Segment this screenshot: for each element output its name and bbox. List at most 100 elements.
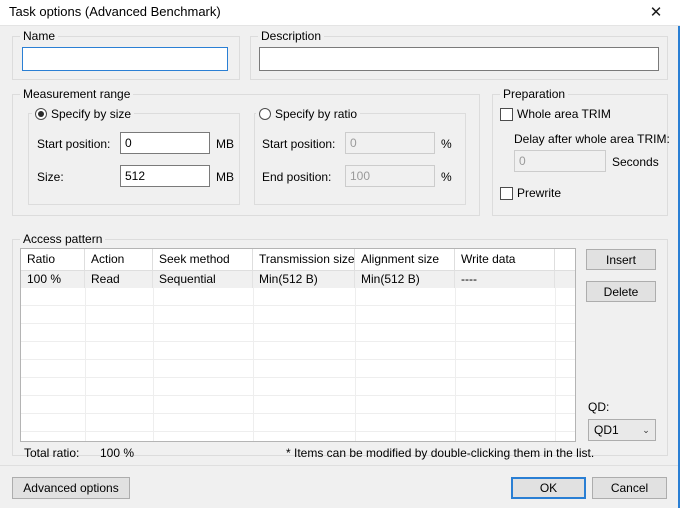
- column-separator: [455, 306, 456, 323]
- name-input[interactable]: [22, 47, 228, 71]
- column-header-seek-method[interactable]: Seek method: [153, 249, 253, 270]
- column-separator: [455, 360, 456, 377]
- column-separator: [153, 432, 154, 441]
- ratio-end-position-input[interactable]: [345, 165, 435, 187]
- column-separator: [153, 324, 154, 341]
- table-header-row: Ratio Action Seek method Transmission size A…: [21, 249, 575, 271]
- radio-specify-by-size[interactable]: Specify by size: [32, 107, 135, 121]
- column-header-action[interactable]: Action: [85, 249, 153, 270]
- prewrite-checkbox-mark: [500, 186, 513, 200]
- table-empty-row[interactable]: [21, 288, 575, 306]
- specify-by-size-panel: [28, 113, 240, 205]
- column-separator: [253, 306, 254, 323]
- column-separator: [85, 360, 86, 377]
- column-separator: [153, 342, 154, 359]
- table-cell-transmission-size: Min(512 B): [253, 271, 355, 288]
- cancel-button[interactable]: Cancel: [592, 477, 667, 499]
- name-group-label: Name: [20, 29, 59, 43]
- qd-dropdown[interactable]: QD1 ⌄: [588, 419, 656, 441]
- column-separator: [355, 324, 356, 341]
- access-pattern-table[interactable]: Ratio Action Seek method Transmission size A…: [20, 248, 576, 442]
- table-empty-row[interactable]: [21, 324, 575, 342]
- column-header-write-data[interactable]: Write data: [455, 249, 555, 270]
- description-input[interactable]: [259, 47, 659, 71]
- column-separator: [555, 360, 556, 377]
- table-cell-alignment-size: Min(512 B): [355, 271, 455, 288]
- column-separator: [253, 432, 254, 441]
- ratio-start-position-unit: %: [441, 137, 452, 151]
- column-separator: [253, 288, 254, 305]
- column-header-alignment-size[interactable]: Alignment size: [355, 249, 455, 270]
- size-start-position-unit: MB: [216, 137, 234, 151]
- table-row[interactable]: 100 % Read Sequential Min(512 B) Min(512 B) -…: [21, 271, 575, 288]
- ratio-start-position-input[interactable]: [345, 132, 435, 154]
- table-empty-row[interactable]: [21, 378, 575, 396]
- column-separator: [455, 432, 456, 441]
- specify-by-ratio-panel: [254, 113, 466, 205]
- delay-after-trim-input[interactable]: [514, 150, 606, 172]
- column-header-transmission-size[interactable]: Transmission size: [253, 249, 355, 270]
- column-separator: [455, 378, 456, 395]
- column-separator: [355, 414, 356, 431]
- table-empty-row[interactable]: [21, 306, 575, 324]
- whole-area-trim-label: Whole area TRIM: [517, 107, 611, 121]
- prewrite-checkbox[interactable]: Prewrite: [500, 186, 561, 200]
- column-separator: [555, 396, 556, 413]
- column-separator: [555, 342, 556, 359]
- column-separator: [85, 342, 86, 359]
- column-separator: [85, 432, 86, 441]
- column-separator: [555, 432, 556, 441]
- ratio-end-position-label: End position:: [262, 170, 332, 184]
- column-separator: [455, 396, 456, 413]
- delay-after-trim-label: Delay after whole area TRIM:: [514, 132, 670, 146]
- size-label: Size:: [37, 170, 64, 184]
- table-empty-row[interactable]: [21, 396, 575, 414]
- radio-specify-by-ratio-label: Specify by ratio: [275, 107, 358, 121]
- table-empty-row[interactable]: [21, 432, 575, 441]
- size-start-position-input[interactable]: [120, 132, 210, 154]
- column-header-ratio[interactable]: Ratio: [21, 249, 85, 270]
- whole-area-trim-checkbox[interactable]: Whole area TRIM: [500, 107, 611, 121]
- ok-button[interactable]: OK: [511, 477, 586, 499]
- column-separator: [85, 306, 86, 323]
- qd-label: QD:: [588, 400, 610, 414]
- column-separator: [253, 378, 254, 395]
- radio-specify-by-size-mark: [35, 108, 47, 120]
- prewrite-label: Prewrite: [517, 186, 562, 200]
- insert-button[interactable]: Insert: [586, 249, 656, 270]
- column-separator: [355, 342, 356, 359]
- size-unit: MB: [216, 170, 234, 184]
- column-separator: [555, 288, 556, 305]
- column-separator: [253, 342, 254, 359]
- column-separator: [253, 396, 254, 413]
- column-separator: [85, 378, 86, 395]
- column-separator: [555, 378, 556, 395]
- column-separator: [153, 396, 154, 413]
- table-cell-write-data: ----: [455, 271, 555, 288]
- column-separator: [253, 360, 254, 377]
- total-ratio-label: Total ratio:: [24, 446, 80, 460]
- radio-specify-by-ratio[interactable]: Specify by ratio: [256, 107, 361, 121]
- column-separator: [355, 378, 356, 395]
- column-separator: [455, 324, 456, 341]
- column-separator: [85, 324, 86, 341]
- column-separator: [153, 360, 154, 377]
- size-input[interactable]: [120, 165, 210, 187]
- window-title: Task options (Advanced Benchmark): [9, 4, 221, 19]
- preparation-group-label: Preparation: [500, 87, 569, 101]
- delete-button[interactable]: Delete: [586, 281, 656, 302]
- chevron-down-icon: ⌄: [642, 424, 650, 435]
- table-body: 100 % Read Sequential Min(512 B) Min(512 B) -…: [21, 271, 575, 441]
- table-empty-row[interactable]: [21, 414, 575, 432]
- measurement-range-label: Measurement range: [20, 87, 134, 101]
- radio-specify-by-ratio-mark: [259, 108, 271, 120]
- column-separator: [85, 414, 86, 431]
- advanced-options-button[interactable]: Advanced options: [12, 477, 130, 499]
- table-empty-row[interactable]: [21, 360, 575, 378]
- close-icon[interactable]: ✕: [634, 0, 678, 25]
- table-empty-row[interactable]: [21, 342, 575, 360]
- column-separator: [85, 396, 86, 413]
- column-separator: [555, 414, 556, 431]
- column-separator: [153, 378, 154, 395]
- table-cell-seek-method: Sequential: [153, 271, 253, 288]
